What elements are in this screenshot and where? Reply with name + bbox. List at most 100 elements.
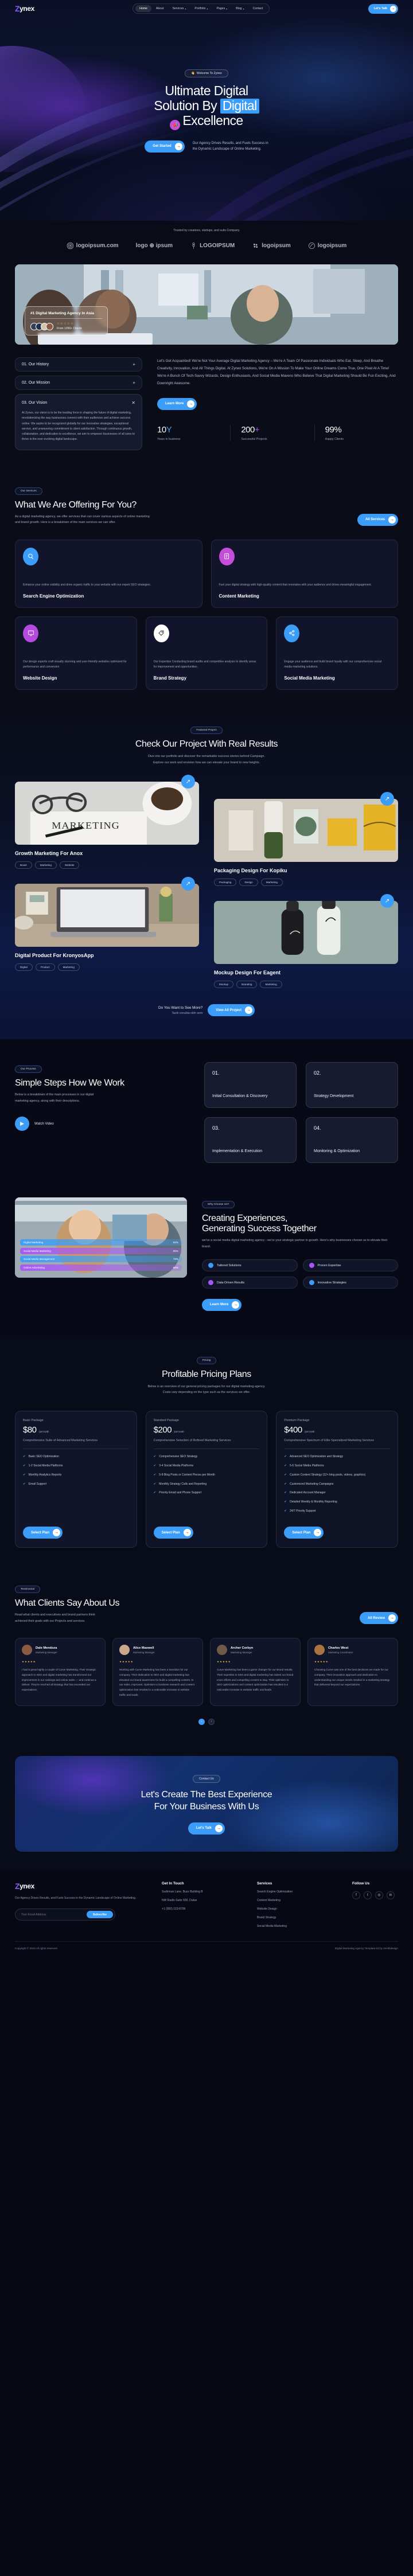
lets-talk-button[interactable]: Let's Talk →: [368, 3, 398, 14]
accordion-item-vision[interactable]: 03. Our Vision ✕ At Zynex, our vision is…: [15, 394, 142, 450]
about-hero-image: #1 Digital Marketing Agency In Asia ☆☆☆☆…: [15, 264, 398, 345]
pricing-section: Pricing Profitable Pricing Plans Below i…: [0, 1336, 413, 1571]
star-rating: ☆☆☆☆☆: [57, 322, 74, 326]
service-card-brand-strategy[interactable]: Our Expertise Conducting brand audits an…: [145, 616, 268, 690]
nav-item-pages[interactable]: Pages ▾: [212, 5, 231, 12]
project-card-eagent[interactable]: ↗ Mockup Design For Eagent Mockup Brandi…: [214, 894, 398, 989]
get-started-button[interactable]: Get Started →: [145, 140, 185, 153]
nav-pill-container: Home About Services ▾ Portfolio ▾ Pages ▾ B…: [133, 3, 270, 14]
projects-tag: Featured Project: [190, 727, 223, 735]
plus-icon[interactable]: +: [133, 362, 135, 367]
pricing-plans: Basic Package $80 / per month Comprehens…: [15, 1411, 399, 1548]
footer-logo[interactable]: Zynex: [15, 1882, 147, 1891]
plan-name: Premium Package: [284, 1419, 310, 1422]
subscribe-button[interactable]: Subscribe: [86, 1911, 113, 1919]
footer-link[interactable]: Website Design: [257, 1907, 337, 1911]
close-icon[interactable]: ✕: [131, 400, 135, 405]
stat-happy-clients: 99% Happy Clients: [314, 424, 398, 441]
brand-logo[interactable]: Zynex: [15, 4, 34, 13]
select-plan-button-premium[interactable]: Select Plan →: [284, 1527, 324, 1539]
project-chip[interactable]: Marketing: [34, 861, 57, 869]
plan-feature: ✔ Monthly Analytics Reports: [23, 1473, 62, 1477]
learn-more-button[interactable]: Learn More →: [157, 397, 197, 410]
learn-more-wrap: Learn More →: [157, 397, 398, 410]
service-card-website-design[interactable]: Our design experts craft visually stunni…: [15, 616, 137, 690]
project-chip[interactable]: Mockup: [214, 981, 234, 989]
project-card-anox[interactable]: MARKETING ↗ Growth Marketing For Anox Bo…: [15, 775, 199, 869]
project-chip[interactable]: Design: [239, 879, 258, 887]
accordion-item-mission[interactable]: 02. Our Mission +: [15, 376, 142, 390]
project-chip[interactable]: Marketing: [260, 981, 282, 989]
project-chip[interactable]: Branding: [236, 981, 258, 989]
accordion-header: 01. Our History +: [22, 362, 135, 367]
service-card-seo[interactable]: Enhance your online visibility and drive…: [15, 539, 202, 608]
packaging-photo: [214, 799, 398, 862]
nav-item-portfolio[interactable]: Portfolio ▾: [190, 5, 212, 12]
service-card-content[interactable]: Fuel your digital strategy with high-qua…: [211, 539, 398, 608]
project-chip[interactable]: Product: [35, 963, 55, 971]
footer-link[interactable]: Content Marketing: [257, 1898, 337, 1903]
footer-brand: Zynex Our Agency Drives Results, and Fue…: [15, 1882, 147, 1929]
check-icon: ✔: [284, 1500, 287, 1504]
pricing-card-basic[interactable]: Basic Package $80 / per month Comprehens…: [15, 1411, 137, 1548]
pricing-card-premium[interactable]: Premium Package $400 / per month Compreh…: [276, 1411, 399, 1548]
why-learn-more-button[interactable]: Learn More →: [202, 1298, 242, 1311]
footer-link[interactable]: Brand Strategy: [257, 1915, 337, 1920]
pricing-tag: Pricing: [196, 1356, 217, 1364]
process-step-1: 01. Initial Consultation & Discovery: [204, 1062, 297, 1109]
plan-feature: ✔ Detailed Weekly & Monthly Reporting: [284, 1500, 337, 1504]
project-chip[interactable]: Marketing: [260, 879, 283, 887]
project-card-kronyosapp[interactable]: ↗ Digital Product For KronyosApp Digital…: [15, 877, 199, 971]
footer-column-title: Services: [257, 1881, 272, 1886]
project-chip[interactable]: Packaging: [214, 879, 237, 887]
projects-column-right: ↗ Packaging Design For Kopiku Packaging …: [214, 782, 398, 989]
view-all-project-button[interactable]: View All Project →: [208, 1004, 255, 1017]
project-chip[interactable]: Marketing: [57, 963, 80, 971]
nav-item-services[interactable]: Services ▾: [168, 5, 190, 12]
star-rating: ★★★★★: [119, 1660, 134, 1664]
nav-item-contact[interactable]: Contact: [249, 5, 267, 12]
testimonials-subtext: Read what clients and executives and bra…: [15, 1613, 95, 1623]
project-chip[interactable]: Digital: [15, 963, 33, 971]
footer-link[interactable]: +1 (000) 123-8799: [162, 1907, 242, 1911]
feature-label: Innovative Strategies: [317, 1281, 346, 1285]
newsletter-form[interactable]: Subscribe: [15, 1908, 115, 1921]
project-chip[interactable]: Boost: [15, 861, 32, 869]
accordion-item-history[interactable]: 01. Our History +: [15, 357, 142, 372]
carousel-next-button[interactable]: ›: [208, 1718, 215, 1725]
watch-video-button[interactable]: ▶ Watch Video: [15, 1117, 187, 1131]
arrow-right-icon: →: [183, 1529, 191, 1537]
project-card-kopiku[interactable]: ↗ Packaging Design For Kopiku Packaging …: [214, 792, 398, 887]
plan-description: Comprehensive Suite of Advanced Marketin…: [23, 1439, 98, 1442]
project-chip[interactable]: Website: [59, 861, 80, 869]
process-tag: Our Process: [15, 1065, 42, 1074]
instagram-icon[interactable]: ◎: [375, 1891, 383, 1899]
nav-item-home[interactable]: Home: [135, 5, 151, 12]
process-section: Our Process Simple Steps How We Work Bel…: [0, 1039, 413, 1186]
check-icon: ✔: [23, 1482, 26, 1486]
facebook-icon[interactable]: f: [352, 1891, 360, 1899]
avatar: [314, 1645, 325, 1656]
cta-lets-talk-button[interactable]: Let's Talk →: [188, 1822, 225, 1835]
footer-link[interactable]: Social Media Marketing: [257, 1924, 337, 1929]
author-name: Archer Corbyn: [231, 1646, 254, 1650]
all-services-button[interactable]: All Services →: [357, 513, 398, 526]
nav-item-about[interactable]: About: [152, 5, 168, 12]
carousel-prev-button[interactable]: ‹: [198, 1718, 205, 1725]
pricing-card-standard[interactable]: Standard Package $200 / per month Compre…: [145, 1411, 268, 1548]
nav-item-blog[interactable]: Blog ▾: [232, 5, 248, 12]
check-icon: ✔: [153, 1473, 157, 1477]
all-review-button[interactable]: All Review →: [359, 1612, 398, 1625]
plus-icon[interactable]: +: [133, 380, 135, 385]
avatar: [22, 1645, 32, 1656]
newsletter-email-input[interactable]: [21, 1913, 87, 1917]
twitter-icon[interactable]: t: [364, 1891, 372, 1899]
avatar: [46, 322, 53, 330]
select-plan-button-basic[interactable]: Select Plan →: [23, 1527, 63, 1539]
cta-button-wrap: Let's Talk →: [26, 1822, 387, 1835]
service-card-social-media[interactable]: Engage your audience and build brand loy…: [276, 616, 399, 690]
stat-label: Successful Projects: [241, 437, 267, 441]
linkedin-icon[interactable]: in: [387, 1891, 395, 1899]
footer-link[interactable]: Search Engine Optimization: [257, 1890, 337, 1894]
select-plan-button-standard[interactable]: Select Plan →: [153, 1527, 193, 1539]
